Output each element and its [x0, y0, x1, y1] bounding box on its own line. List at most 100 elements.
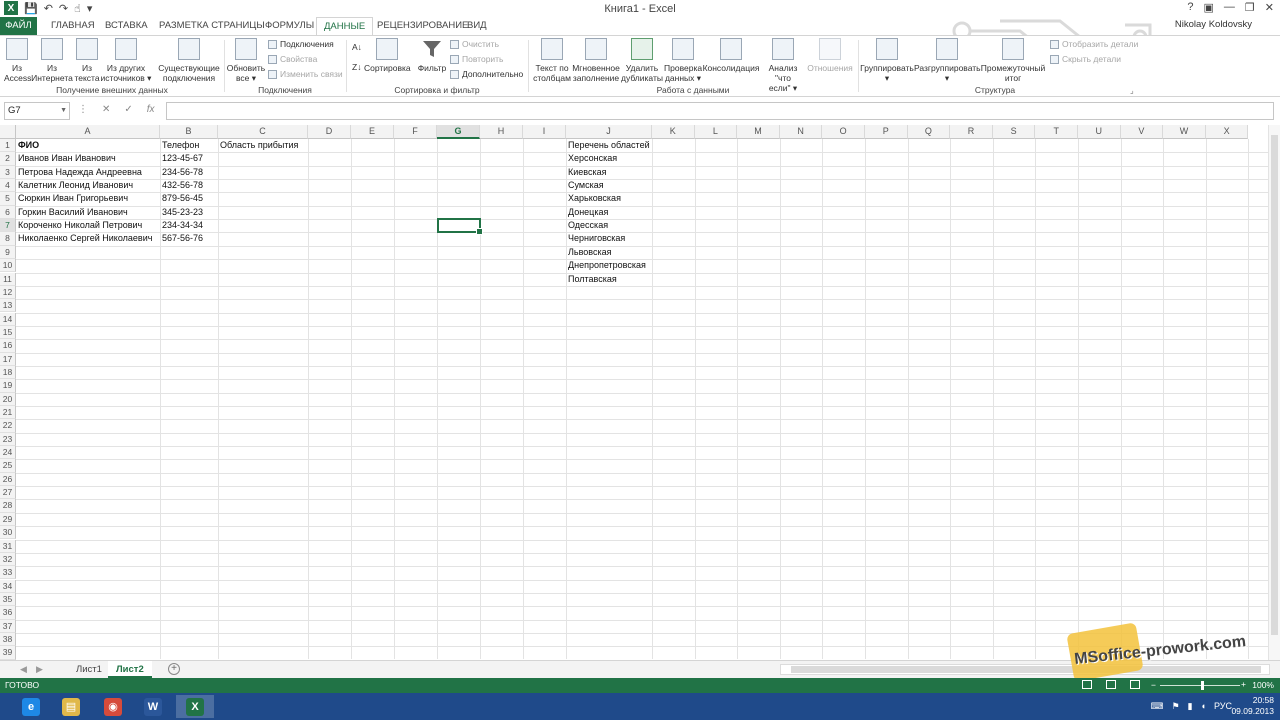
relationships-button[interactable]: Отношения	[806, 38, 854, 73]
page-layout-view-icon[interactable]	[1106, 680, 1116, 689]
column-header-o[interactable]: O	[822, 125, 865, 139]
group-button[interactable]: Группировать ▾	[858, 38, 916, 83]
cell-c1[interactable]: Область прибытия	[218, 139, 298, 152]
taskbar-chrome[interactable]: ◉	[94, 695, 132, 718]
page-break-view-icon[interactable]	[1130, 680, 1140, 689]
cell-j6[interactable]: Донецкая	[566, 206, 608, 219]
volume-icon[interactable]: ◖	[1201, 701, 1206, 712]
column-header-w[interactable]: W	[1163, 125, 1206, 139]
flash-fill-button[interactable]: Мгновенное заполнение	[572, 38, 620, 83]
keyboard-icon[interactable]: ⌨	[1151, 701, 1164, 712]
formula-input[interactable]	[166, 102, 1274, 120]
cell-j8[interactable]: Черниговская	[566, 232, 625, 245]
network-icon[interactable]: ▮	[1188, 701, 1193, 712]
row-header-8[interactable]: 8	[0, 232, 16, 246]
row-header-15[interactable]: 15	[0, 325, 16, 340]
hide-detail-button[interactable]: Скрыть детали	[1050, 54, 1121, 64]
language-indicator[interactable]: РУС	[1214, 701, 1232, 712]
cancel-icon[interactable]: ✕	[102, 104, 110, 115]
row-header-19[interactable]: 19	[0, 379, 16, 393]
row-header-17[interactable]: 17	[0, 352, 16, 366]
zoom-out-icon[interactable]: −	[1151, 680, 1156, 690]
normal-view-icon[interactable]	[1082, 680, 1092, 689]
tab-file[interactable]: ФАЙЛ	[0, 17, 37, 35]
ribbon-display-icon[interactable]: ▣	[1204, 1, 1214, 14]
row-header-14[interactable]: 14	[0, 312, 16, 326]
minimize-icon[interactable]: —	[1224, 1, 1235, 14]
column-header-e[interactable]: E	[351, 125, 394, 139]
cell-b2[interactable]: 123-45-67	[160, 152, 203, 165]
close-icon[interactable]: ✕	[1265, 1, 1274, 14]
cell-b4[interactable]: 432-56-78	[160, 179, 203, 192]
cell-b3[interactable]: 234-56-78	[160, 166, 203, 179]
from-web-button[interactable]: Из Интернета	[30, 38, 74, 83]
advanced-filter-button[interactable]: Дополнительно	[450, 69, 523, 79]
chevron-down-icon[interactable]: ▼	[60, 103, 67, 119]
taskbar-excel[interactable]: X	[176, 695, 214, 718]
row-header-12[interactable]: 12	[0, 285, 16, 300]
row-header-32[interactable]: 32	[0, 552, 16, 567]
zoom-slider[interactable]	[1160, 685, 1240, 686]
row-header-33[interactable]: 33	[0, 566, 16, 580]
row-header-30[interactable]: 30	[0, 526, 16, 540]
column-header-q[interactable]: Q	[907, 125, 951, 139]
properties-button[interactable]: Свойства	[268, 54, 317, 64]
row-header-1[interactable]: 1	[0, 139, 16, 153]
row-header-25[interactable]: 25	[0, 459, 16, 473]
row-header-28[interactable]: 28	[0, 499, 16, 513]
restore-icon[interactable]: ❐	[1245, 1, 1255, 14]
cell-j4[interactable]: Сумская	[566, 179, 604, 192]
user-account[interactable]: Nikolay Koldovsky	[1175, 19, 1252, 30]
row-header-5[interactable]: 5	[0, 192, 16, 206]
row-header-16[interactable]: 16	[0, 339, 16, 353]
zoom-level[interactable]: 100%	[1252, 680, 1274, 690]
column-header-s[interactable]: S	[992, 125, 1036, 139]
taskbar-word[interactable]: W	[134, 695, 172, 718]
column-header-d[interactable]: D	[308, 125, 351, 139]
row-header-39[interactable]: 39	[0, 646, 16, 660]
enter-icon[interactable]: ✓	[124, 104, 132, 115]
name-box[interactable]: G7 ▼	[4, 102, 70, 120]
sort-za-button[interactable]: Z↓	[352, 62, 361, 72]
column-header-l[interactable]: L	[694, 125, 738, 139]
zoom-slider-knob[interactable]	[1201, 681, 1204, 690]
subtotal-button[interactable]: Промежуточный итог	[980, 38, 1046, 83]
column-header-a[interactable]: A	[16, 125, 160, 139]
column-header-v[interactable]: V	[1120, 125, 1164, 139]
row-header-37[interactable]: 37	[0, 619, 16, 633]
cell-a8[interactable]: Николаенко Сергей Николаевич	[16, 232, 152, 245]
column-header-r[interactable]: R	[950, 125, 993, 139]
cell-a5[interactable]: Сюркин Иван Григорьевич	[16, 192, 128, 205]
tab-page-layout[interactable]: РАЗМЕТКА СТРАНИЦЫ	[152, 17, 272, 35]
cell-j5[interactable]: Харьковская	[566, 192, 621, 205]
column-header-g[interactable]: G	[437, 125, 480, 139]
row-header-35[interactable]: 35	[0, 592, 16, 607]
show-detail-button[interactable]: Отобразить детали	[1050, 39, 1138, 49]
scroll-thumb[interactable]	[1271, 135, 1278, 635]
cell-a4[interactable]: Калетник Леонид Иванович	[16, 179, 133, 192]
row-header-38[interactable]: 38	[0, 632, 16, 647]
data-validation-button[interactable]: Проверка данных ▾	[664, 38, 702, 83]
cell-b5[interactable]: 879-56-45	[160, 192, 203, 205]
sort-az-button[interactable]: A↓	[352, 42, 362, 52]
row-header-36[interactable]: 36	[0, 606, 16, 620]
connections-button[interactable]: Подключения	[268, 39, 334, 49]
vertical-scrollbar[interactable]	[1268, 125, 1280, 660]
cell-b1[interactable]: Телефон	[160, 139, 199, 152]
cell-a2[interactable]: Иванов Иван Иванович	[16, 152, 116, 165]
help-icon[interactable]: ?	[1187, 1, 1193, 14]
existing-connections-button[interactable]: Существующие подключения	[158, 38, 220, 83]
tab-insert[interactable]: ВСТАВКА	[98, 17, 155, 35]
sort-button[interactable]: Сортировка	[364, 38, 411, 73]
row-header-10[interactable]: 10	[0, 259, 16, 273]
from-access-button[interactable]: Из Access	[4, 38, 31, 83]
cell-b6[interactable]: 345-23-23	[160, 206, 203, 219]
cell-a6[interactable]: Горкин Василий Иванович	[16, 206, 128, 219]
column-header-n[interactable]: N	[779, 125, 823, 139]
row-header-11[interactable]: 11	[0, 272, 16, 286]
zoom-in-icon[interactable]: +	[1241, 679, 1246, 689]
select-all-corner[interactable]	[0, 125, 16, 139]
taskbar-explorer[interactable]: ▤	[52, 695, 90, 718]
consolidate-button[interactable]: Консолидация	[702, 38, 760, 73]
from-text-button[interactable]: Из текста	[72, 38, 102, 83]
